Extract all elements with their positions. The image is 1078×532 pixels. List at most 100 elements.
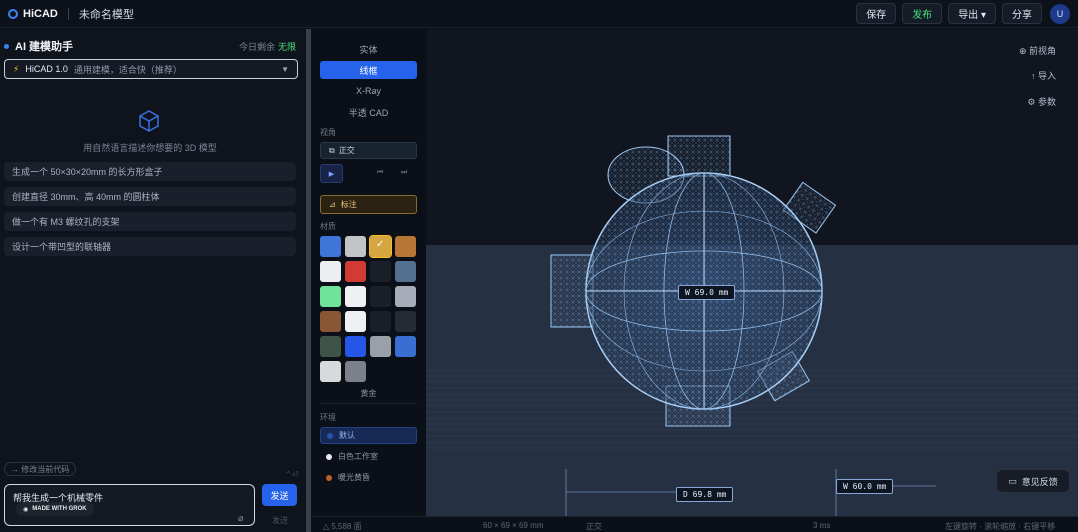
usage-value: 无限: [277, 41, 296, 52]
material-swatch[interactable]: [395, 336, 416, 357]
status-bar: △ 5,588 面 60 × 69 × 69 mm 正交 3 ms 左键旋转 ·…: [311, 516, 1078, 532]
bbox-size: 60 × 69 × 69 mm: [483, 521, 544, 530]
send-button[interactable]: 发送: [262, 484, 297, 506]
mode-solid[interactable]: 实体: [320, 40, 417, 58]
send-hint: 发送: [272, 516, 288, 525]
face-count: △ 5,588 面: [323, 522, 362, 531]
material-swatch[interactable]: [345, 311, 366, 332]
chevron-down-icon: ▼: [281, 64, 289, 74]
env-option-label: 默认: [339, 431, 355, 440]
env-option-label: 白色工作室: [338, 452, 378, 461]
material-swatch[interactable]: [370, 336, 391, 357]
material-swatch[interactable]: [345, 361, 366, 382]
mode-wireframe[interactable]: 线框: [320, 61, 417, 79]
material-swatch[interactable]: [320, 236, 341, 257]
render-tools-panel: 实体 线框 X-Ray 半透 CAD 视角 ⧉ 正交 ▶ ⏮ ⏭ ⊿ 标注 材质…: [311, 29, 426, 516]
attachment-icon[interactable]: ⌀: [238, 513, 243, 524]
material-swatch[interactable]: [345, 286, 366, 307]
feedback-button[interactable]: ▭ 意见反馈: [996, 469, 1070, 493]
suggestion-item[interactable]: 生成一个 50×30×20mm 的长方形盒子: [4, 162, 296, 181]
char-counter: ⌃⏎: [285, 470, 299, 479]
material-swatch[interactable]: [395, 261, 416, 282]
env-option-label: 暖光黄昏: [338, 473, 370, 482]
material-swatch[interactable]: [320, 311, 341, 332]
env-option-studio[interactable]: 白色工作室: [320, 448, 417, 465]
3d-viewport[interactable]: ⊕ 前视角 ↑ 导入 ⚙ 参数 W 69.0 mm D 69.8 mm W 60…: [426, 29, 1078, 516]
export-button[interactable]: 导出 ▾: [948, 3, 996, 24]
material-swatch[interactable]: [395, 286, 416, 307]
env-dot-icon: [326, 474, 332, 481]
step-forward-icon[interactable]: ⏭: [401, 169, 407, 177]
publish-button[interactable]: 发布: [902, 3, 943, 24]
ortho-icon: ⧉: [329, 145, 335, 155]
grok-icon: ◉: [23, 506, 29, 513]
avatar[interactable]: U: [1050, 3, 1070, 24]
feedback-label: 意见反馈: [1021, 476, 1058, 487]
view-button-label: 正交: [338, 146, 355, 155]
material-swatch[interactable]: [320, 286, 341, 307]
material-name: 黄金: [360, 389, 377, 398]
material-swatch[interactable]: [370, 261, 391, 282]
usage-label: 今日剩余: [238, 41, 275, 52]
suggestion-item[interactable]: 创建直径 30mm、高 40mm 的圆柱体: [4, 187, 296, 206]
view-label: 视角: [320, 128, 336, 137]
modify-code-chip[interactable]: → 修改当前代码: [4, 462, 77, 476]
mode-xray[interactable]: X-Ray: [320, 82, 417, 100]
play-icon[interactable]: ▶: [320, 164, 343, 183]
suggestion-item[interactable]: 做一个有 M3 螺纹孔的支架: [4, 212, 296, 231]
bolt-icon: ⚡: [13, 63, 20, 74]
model-name[interactable]: 未命名模型: [79, 6, 134, 22]
save-button[interactable]: 保存: [856, 3, 897, 24]
view-mode: 正交: [586, 522, 602, 531]
environment-label: 环境: [320, 413, 336, 422]
dimension-label-depth: D 69.8 mm: [676, 487, 734, 502]
material-swatch[interactable]: [345, 336, 366, 357]
annotate-label: 标注: [340, 200, 357, 209]
material-swatch[interactable]: ✓: [369, 235, 392, 258]
suggestion-item[interactable]: 设计一个带凹型的联轴器: [4, 237, 296, 256]
model-select-name: HiCAD 1.0: [25, 64, 68, 74]
material-label: 材质: [320, 222, 336, 231]
env-dot-icon: [327, 432, 333, 439]
material-swatch[interactable]: [370, 311, 391, 332]
ruler-icon: ⊿: [329, 200, 336, 209]
model-select-desc: 通用建模，适合快（推荐）: [73, 64, 182, 75]
dimension-label-width-2: W 60.0 mm: [836, 479, 894, 494]
divider: [67, 7, 69, 20]
ai-assistant-panel: AI 建模助手 今日剩余 无限 ⚡ HiCAD 1.0 通用建模，适合快（推荐） …: [0, 29, 306, 532]
annotate-button[interactable]: ⊿ 标注: [320, 195, 417, 214]
share-button[interactable]: 分享: [1002, 3, 1042, 24]
top-bar: HiCAD 未命名模型 保存 发布 导出 ▾ 分享 U: [0, 0, 1078, 28]
material-swatch[interactable]: [320, 336, 341, 357]
controls-hint: 左键旋转 · 滚轮缩放 · 右键平移: [945, 522, 1056, 531]
env-option-default[interactable]: 默认: [320, 427, 417, 444]
empty-state-text: 用自然语言描述你想要的 3D 模型: [83, 143, 217, 153]
material-swatch[interactable]: [320, 261, 341, 282]
material-swatch[interactable]: [320, 361, 341, 382]
chat-icon: ▭: [1008, 475, 1017, 486]
check-icon: ✓: [376, 239, 385, 250]
grok-badge-label: MADE WITH GROK: [32, 506, 87, 512]
material-swatch[interactable]: [395, 236, 416, 257]
model-select[interactable]: ⚡ HiCAD 1.0 通用建模，适合快（推荐） ▼: [4, 59, 298, 79]
wireframe-model[interactable]: [426, 29, 1078, 516]
app-name: HiCAD: [23, 7, 58, 20]
material-swatch[interactable]: [345, 236, 366, 257]
status-dot: [4, 43, 9, 49]
logo[interactable]: HiCAD: [8, 8, 58, 20]
cube-icon: [139, 110, 159, 132]
material-swatch[interactable]: [370, 286, 391, 307]
material-swatch[interactable]: [395, 311, 416, 332]
env-dot-icon: [326, 453, 332, 460]
divider: [320, 403, 417, 404]
view-ortho-button[interactable]: ⧉ 正交: [320, 142, 417, 159]
render-time: 3 ms: [813, 521, 831, 530]
grok-badge[interactable]: ◉ MADE WITH GROK: [16, 502, 94, 516]
mode-semi-cad[interactable]: 半透 CAD: [320, 103, 417, 121]
hexagon-logo-icon: [8, 8, 18, 19]
assistant-header: AI 建模助手 今日剩余 无限: [4, 38, 300, 54]
usage-info: 今日剩余 无限: [239, 40, 296, 53]
env-option-warm[interactable]: 暖光黄昏: [320, 469, 417, 486]
material-swatch[interactable]: [345, 261, 366, 282]
step-back-icon[interactable]: ⏮: [377, 169, 383, 177]
